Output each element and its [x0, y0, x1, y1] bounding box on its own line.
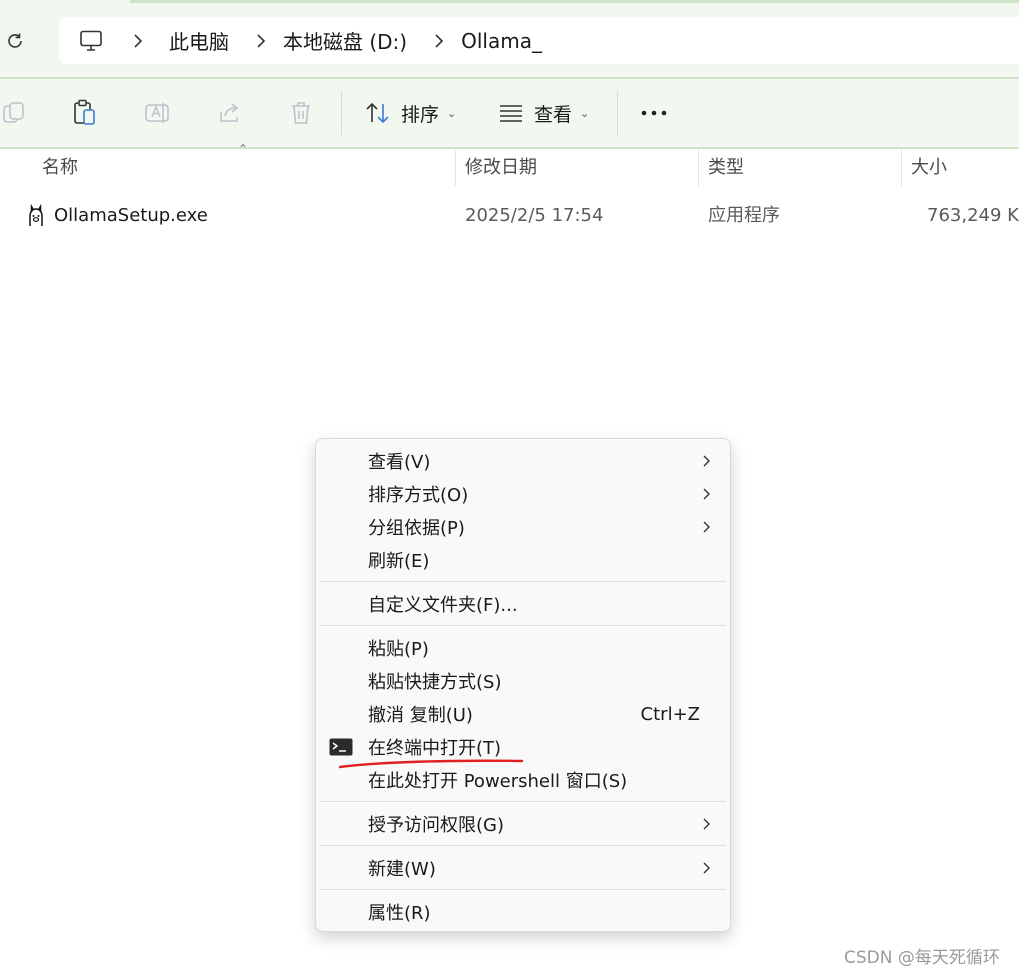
chevron-right-icon: [703, 455, 710, 467]
menu-item-group-by[interactable]: 分组依据(P): [316, 511, 730, 543]
context-menu: 查看(V) 排序方式(O) 分组依据(P) 刷新(E) 自定义文件夹(F)...…: [315, 438, 731, 932]
menu-item-properties[interactable]: 属性(R): [316, 896, 730, 928]
chevron-down-icon: ⌄: [580, 106, 590, 120]
chevron-down-icon: ⌄: [447, 106, 457, 120]
sort-label: 排序: [401, 103, 440, 126]
share-icon[interactable]: [215, 99, 243, 127]
menu-item-paste-shortcut[interactable]: 粘贴快捷方式(S): [316, 665, 730, 697]
menu-item-label: 授予访问权限(G): [368, 815, 504, 836]
rename-icon[interactable]: [143, 99, 171, 127]
menu-item-label: 排序方式(O): [368, 485, 469, 506]
menu-item-label: 撤消 复制(U): [368, 705, 473, 726]
view-list-icon: [498, 102, 524, 124]
chevron-right-icon[interactable]: [255, 33, 267, 49]
delete-icon[interactable]: [287, 99, 315, 127]
menu-item-paste[interactable]: 粘贴(P): [316, 632, 730, 664]
column-divider[interactable]: [901, 150, 902, 186]
menu-item-label: 新建(W): [368, 859, 436, 880]
keyboard-shortcut: Ctrl+Z: [640, 703, 700, 725]
command-bar: 排序 ⌄ 查看 ⌄: [0, 79, 1019, 149]
menu-divider: [320, 801, 726, 802]
menu-item-refresh[interactable]: 刷新(E): [316, 544, 730, 576]
toolbar-divider: [341, 91, 342, 135]
menu-item-label: 刷新(E): [368, 551, 430, 572]
breadcrumb[interactable]: 此电脑 本地磁盘 (D:) Ollama_: [59, 17, 1019, 64]
menu-item-label: 自定义文件夹(F)...: [368, 595, 518, 616]
menu-item-sort-by[interactable]: 排序方式(O): [316, 478, 730, 510]
breadcrumb-local-disk[interactable]: 本地磁盘 (D:): [283, 26, 407, 55]
column-name[interactable]: 名称: [42, 148, 78, 188]
ollama-app-icon: [24, 203, 48, 228]
table-row[interactable]: OllamaSetup.exe 2025/2/5 17:54 应用程序 763,…: [0, 196, 1019, 236]
chevron-right-icon[interactable]: [132, 33, 144, 49]
menu-item-label: 粘贴(P): [368, 639, 429, 660]
chevron-right-icon: [703, 521, 710, 533]
chevron-right-icon[interactable]: [433, 33, 445, 49]
sort-ascending-icon: ⌃: [238, 142, 249, 156]
menu-item-label: 分组依据(P): [368, 518, 465, 539]
file-modified: 2025/2/5 17:54: [465, 205, 604, 226]
column-divider[interactable]: [455, 150, 456, 186]
computer-icon[interactable]: [78, 28, 104, 54]
menu-item-new[interactable]: 新建(W): [316, 852, 730, 884]
breadcrumb-ollama-folder[interactable]: Ollama_: [461, 29, 542, 53]
paste-icon[interactable]: [71, 99, 99, 127]
address-bar-region: 此电脑 本地磁盘 (D:) Ollama_: [0, 0, 1019, 79]
menu-item-label: 粘贴快捷方式(S): [368, 672, 502, 693]
menu-item-open-powershell[interactable]: 在此处打开 Powershell 窗口(S): [316, 764, 730, 796]
chevron-right-icon: [703, 862, 710, 874]
view-button[interactable]: 查看 ⌄: [498, 97, 589, 129]
column-divider[interactable]: [698, 150, 699, 186]
terminal-icon: [329, 738, 353, 756]
sort-icon: [365, 101, 391, 125]
breadcrumb-this-pc[interactable]: 此电脑: [169, 26, 229, 55]
view-label: 查看: [534, 103, 573, 126]
menu-item-label: 属性(R): [368, 903, 431, 924]
column-modified[interactable]: 修改日期: [465, 148, 537, 188]
menu-divider: [320, 845, 726, 846]
column-header-row: ⌃ 名称 修改日期 类型 大小: [0, 142, 1019, 188]
refresh-icon[interactable]: [4, 30, 26, 52]
chevron-right-icon: [703, 818, 710, 830]
file-name[interactable]: OllamaSetup.exe: [54, 196, 208, 236]
menu-divider: [320, 625, 726, 626]
menu-divider: [320, 889, 726, 890]
menu-item-customize-folder[interactable]: 自定义文件夹(F)...: [316, 588, 730, 620]
toolbar-divider: [617, 91, 618, 135]
menu-item-give-access[interactable]: 授予访问权限(G): [316, 808, 730, 840]
file-size: 763,249 KB: [927, 205, 1019, 226]
column-size[interactable]: 大小: [911, 148, 947, 188]
watermark: CSDN @每天死循环: [844, 948, 1000, 968]
column-type[interactable]: 类型: [708, 148, 744, 188]
menu-item-label: 在此处打开 Powershell 窗口(S): [368, 771, 628, 792]
menu-divider: [320, 581, 726, 582]
menu-item-undo-copy[interactable]: 撤消 复制(U) Ctrl+Z: [316, 698, 730, 730]
file-type: 应用程序: [708, 205, 780, 226]
more-options-icon[interactable]: [640, 103, 668, 123]
sort-button[interactable]: 排序 ⌄: [365, 97, 456, 129]
chevron-right-icon: [703, 488, 710, 500]
menu-item-label: 查看(V): [368, 452, 431, 473]
copy-icon[interactable]: [0, 99, 28, 127]
menu-item-view[interactable]: 查看(V): [316, 445, 730, 477]
title-bar-edge: [130, 0, 1019, 3]
